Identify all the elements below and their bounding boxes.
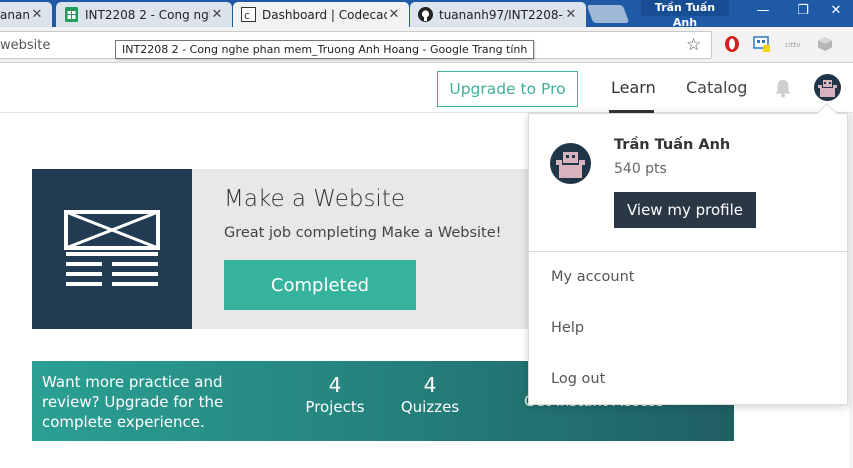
user-avatar-menu[interactable] bbox=[814, 74, 841, 101]
tab-close-icon[interactable]: ✕ bbox=[30, 7, 44, 22]
opera-extension-icon[interactable] bbox=[722, 34, 742, 54]
profile-avatar bbox=[550, 143, 591, 184]
quizzes-stat: 4 Quizzes bbox=[397, 373, 463, 417]
quizzes-label: Quizzes bbox=[400, 398, 460, 416]
menu-item-help[interactable]: Help bbox=[551, 320, 584, 336]
bookmark-star-icon[interactable]: ☆ bbox=[686, 35, 701, 55]
sheets-icon bbox=[64, 7, 79, 22]
menu-item-log-out[interactable]: Log out bbox=[551, 371, 605, 387]
tab-title: anan bbox=[0, 7, 30, 22]
browser-tab[interactable]: anan ✕ bbox=[0, 2, 52, 27]
tab-title: INT2208 2 - Cong ngh bbox=[85, 7, 210, 22]
profile-points: 540 pts bbox=[614, 161, 667, 177]
projects-label: Projects bbox=[305, 398, 365, 416]
browser-tab[interactable]: tuananh97/INT2208-2 ✕ bbox=[410, 2, 586, 27]
completed-button[interactable]: Completed bbox=[224, 260, 416, 310]
profile-name: Trần Tuấn Anh bbox=[614, 137, 731, 153]
course-thumbnail bbox=[32, 169, 192, 329]
nav-learn[interactable]: Learn bbox=[611, 78, 656, 97]
new-tab-button[interactable] bbox=[586, 5, 630, 23]
github-icon bbox=[418, 7, 433, 22]
browser-tab-strip: anan ✕ INT2208 2 - Cong ngh ✕ c Dashboar… bbox=[0, 0, 853, 29]
address-text: website bbox=[0, 38, 51, 53]
notifications-bell-icon[interactable] bbox=[773, 77, 793, 99]
codecademy-icon: c bbox=[241, 7, 256, 22]
restore-icon[interactable]: ❐ bbox=[785, 0, 821, 22]
svg-text:c: c bbox=[244, 9, 250, 22]
browser-tab-active[interactable]: c Dashboard | Codecad ✕ bbox=[233, 2, 409, 27]
projects-stat: 4 Projects bbox=[302, 373, 368, 417]
upgrade-to-pro-button[interactable]: Upgrade to Pro bbox=[437, 71, 578, 107]
tab-close-icon[interactable]: ✕ bbox=[564, 7, 578, 22]
view-my-profile-button[interactable]: View my profile bbox=[614, 192, 756, 228]
tab-close-icon[interactable]: ✕ bbox=[210, 7, 224, 22]
svg-text:cittv: cittv bbox=[785, 41, 800, 49]
tab-tooltip: INT2208 2 - Cong nghe phan mem_Truong An… bbox=[115, 40, 535, 59]
chrome-profile-chip[interactable]: Trần Tuấn Anh bbox=[641, 0, 729, 29]
dropdown-divider bbox=[529, 251, 847, 252]
menu-item-my-account[interactable]: My account bbox=[551, 269, 634, 285]
tab-title: tuananh97/INT2208-2 bbox=[439, 7, 564, 22]
promo-text: Want more practice and review? Upgrade f… bbox=[42, 373, 224, 431]
site-header: Upgrade to Pro Learn Catalog bbox=[0, 64, 853, 113]
extension-icon[interactable]: cittv bbox=[784, 34, 804, 54]
account-dropdown: Trần Tuấn Anh 540 pts View my profile My… bbox=[528, 103, 848, 405]
projects-count: 4 bbox=[328, 373, 342, 397]
scrollbar-track[interactable] bbox=[849, 113, 853, 468]
screenshot-extension-icon[interactable] bbox=[752, 34, 772, 54]
close-window-icon[interactable]: ✕ bbox=[818, 0, 853, 22]
website-wireframe-icon bbox=[64, 210, 160, 286]
minimize-icon[interactable]: — bbox=[745, 0, 781, 22]
nav-catalog[interactable]: Catalog bbox=[686, 78, 747, 97]
extension-cube-icon[interactable] bbox=[815, 34, 835, 54]
course-title: Make a Website bbox=[224, 186, 405, 212]
quizzes-count: 4 bbox=[423, 373, 437, 397]
browser-tab[interactable]: INT2208 2 - Cong ngh ✕ bbox=[56, 2, 232, 27]
course-subtitle: Great job completing Make a Website! bbox=[224, 225, 502, 241]
tab-title: Dashboard | Codecad bbox=[262, 7, 387, 22]
tab-close-icon[interactable]: ✕ bbox=[387, 7, 401, 22]
